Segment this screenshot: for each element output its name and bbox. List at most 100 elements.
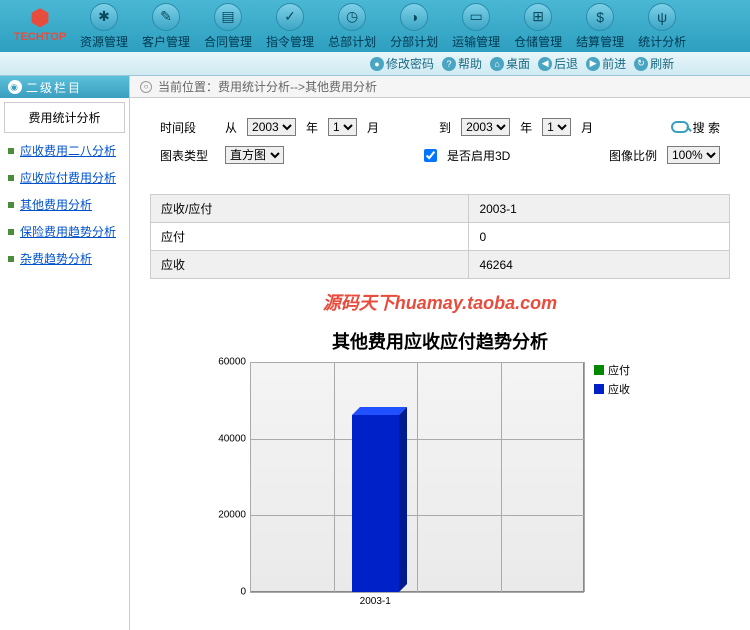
topnav-item[interactable]: $ 结算管理 bbox=[576, 3, 624, 50]
chart-legend: 应付应收 bbox=[584, 362, 630, 592]
topnav-label: 运输管理 bbox=[452, 33, 500, 50]
image-ratio-select[interactable]: 100% bbox=[667, 146, 720, 164]
bullet-icon bbox=[8, 202, 14, 208]
table-cell: 应收/应付 bbox=[151, 195, 469, 223]
data-table: 应收/应付2003-1应付0应收46264 bbox=[150, 194, 730, 279]
time-range-label: 时间段 bbox=[160, 119, 215, 136]
chart-container: 其他费用应收应付趋势分析 02000040000600002003-1 应付应收 bbox=[240, 320, 640, 592]
bullet-icon bbox=[8, 148, 14, 154]
topnav-icon: ◷ bbox=[338, 3, 366, 31]
legend-swatch bbox=[594, 384, 604, 394]
lock-icon: ● bbox=[370, 57, 384, 71]
year-to-select[interactable]: 2003 bbox=[461, 118, 510, 136]
sidebar: ◉ 二级栏目 费用统计分析 应收费用二八分析应收应付费用分析其他费用分析保险费用… bbox=[0, 76, 130, 630]
chart-type-select[interactable]: 直方图 bbox=[225, 146, 284, 164]
home-icon: ⌂ bbox=[490, 57, 504, 71]
sidebar-header: ◉ 二级栏目 bbox=[0, 76, 129, 98]
chart-xtick: 2003-1 bbox=[360, 592, 391, 607]
topnav-icon: ◑ bbox=[400, 3, 428, 31]
bullet-icon bbox=[8, 229, 14, 235]
to-label: 到 bbox=[439, 119, 451, 136]
chart-ytick: 40000 bbox=[218, 433, 250, 444]
topnav-icon: $ bbox=[586, 3, 614, 31]
month-from-select[interactable]: 1 bbox=[328, 118, 357, 136]
topnav-label: 仓储管理 bbox=[514, 33, 562, 50]
help-button[interactable]: ?帮助 bbox=[442, 55, 482, 72]
refresh-icon: ↻ bbox=[634, 57, 648, 71]
topnav-item[interactable]: ✱资源管理 bbox=[80, 3, 128, 50]
topnav-icon: ✓ bbox=[276, 3, 304, 31]
app-logo: ⬢ TECHTOP bbox=[5, 5, 75, 47]
topnav-item[interactable]: ✎ 客户管理 bbox=[142, 3, 190, 50]
topnav-icon: ✱ bbox=[90, 3, 118, 31]
legend-item: 应收 bbox=[594, 381, 630, 397]
legend-item: 应付 bbox=[594, 362, 630, 378]
menu-icon: ◉ bbox=[8, 80, 22, 94]
month-label-2: 月 bbox=[581, 119, 593, 136]
topnav-icon: ψ bbox=[648, 3, 676, 31]
sidebar-link[interactable]: 保险费用趋势分析 bbox=[0, 218, 129, 245]
back-button[interactable]: ◀后退 bbox=[538, 55, 578, 72]
topnav-label: 统计分析 bbox=[638, 33, 686, 50]
chart-ytick: 60000 bbox=[218, 357, 250, 368]
month-label: 月 bbox=[367, 119, 379, 136]
topnav-label: 结算管理 bbox=[576, 33, 624, 50]
topnav-icon: ✎ bbox=[152, 3, 180, 31]
topnav-item[interactable]: ▭ 运输管理 bbox=[452, 3, 500, 50]
back-icon: ◀ bbox=[538, 57, 552, 71]
topnav-label: 分部计划 bbox=[390, 33, 438, 50]
chart-title: 其他费用应收应付趋势分析 bbox=[240, 320, 640, 362]
location-icon: ○ bbox=[140, 81, 152, 93]
month-to-select[interactable]: 1 bbox=[542, 118, 571, 136]
topnav-icon: ▭ bbox=[462, 3, 490, 31]
watermark-text: 源码天下huamay.taoba.com bbox=[130, 289, 750, 315]
topnav-label: 客户管理 bbox=[142, 33, 190, 50]
year-label: 年 bbox=[306, 119, 318, 136]
chart-ytick: 20000 bbox=[218, 510, 250, 521]
chart-type-label: 图表类型 bbox=[160, 147, 215, 164]
refresh-button[interactable]: ↻刷新 bbox=[634, 55, 674, 72]
forward-button[interactable]: ▶前进 bbox=[586, 55, 626, 72]
topnav-label: 总部计划 bbox=[328, 33, 376, 50]
table-row: 应收/应付2003-1 bbox=[151, 195, 730, 223]
topnav-icon: ⊞ bbox=[524, 3, 552, 31]
enable-3d-label: 是否启用3D bbox=[447, 147, 510, 164]
table-cell: 2003-1 bbox=[469, 195, 730, 223]
year-label-2: 年 bbox=[520, 119, 532, 136]
topnav-item[interactable]: ◷ 总部计划 bbox=[328, 3, 376, 50]
sidebar-link[interactable]: 应收应付费用分析 bbox=[0, 164, 129, 191]
enable-3d-checkbox[interactable] bbox=[424, 149, 437, 162]
topnav-icon: ▤ bbox=[214, 3, 242, 31]
table-cell: 应付 bbox=[151, 223, 469, 251]
chart-ytick: 0 bbox=[240, 587, 250, 598]
top-navigation: ✱资源管理 ✎ 客户管理 ▤ 合同管理 ✓指令管理 ◷ 总部计划 ◑ 分部计划 ▭ 运输管理 ⊞ 仓储管理… bbox=[0, 0, 750, 52]
image-ratio-label: 图像比例 bbox=[609, 147, 657, 164]
sidebar-link[interactable]: 应收费用二八分析 bbox=[0, 137, 129, 164]
sidebar-link[interactable]: 其他费用分析 bbox=[0, 191, 129, 218]
bullet-icon bbox=[8, 175, 14, 181]
table-cell: 46264 bbox=[469, 251, 730, 279]
table-row: 应付0 bbox=[151, 223, 730, 251]
table-row: 应收46264 bbox=[151, 251, 730, 279]
change-password-button[interactable]: ●修改密码 bbox=[370, 55, 434, 72]
desktop-button[interactable]: ⌂桌面 bbox=[490, 55, 530, 72]
bullet-icon bbox=[8, 256, 14, 262]
topnav-item[interactable]: ▤ 合同管理 bbox=[204, 3, 252, 50]
topnav-item[interactable]: ✓指令管理 bbox=[266, 3, 314, 50]
topnav-item[interactable]: ◑ 分部计划 bbox=[390, 3, 438, 50]
main-content: ○ 当前位置： 费用统计分析 --> 其他费用分析 时间段 从 2003 年 1… bbox=[130, 76, 750, 630]
table-cell: 应收 bbox=[151, 251, 469, 279]
forward-icon: ▶ bbox=[586, 57, 600, 71]
topnav-item[interactable]: ψ 统计分析 bbox=[638, 3, 686, 50]
sidebar-link[interactable]: 杂费趋势分析 bbox=[0, 245, 129, 272]
breadcrumb: ○ 当前位置： 费用统计分析 --> 其他费用分析 bbox=[130, 76, 750, 98]
help-icon: ? bbox=[442, 57, 456, 71]
topnav-item[interactable]: ⊞ 仓储管理 bbox=[514, 3, 562, 50]
topnav-label: 合同管理 bbox=[204, 33, 252, 50]
chart-bar bbox=[352, 415, 399, 592]
year-from-select[interactable]: 2003 bbox=[247, 118, 296, 136]
toolbar: ●修改密码 ?帮助 ⌂桌面 ◀后退 ▶前进 ↻刷新 bbox=[0, 52, 750, 76]
search-icon bbox=[671, 121, 689, 133]
legend-swatch bbox=[594, 365, 604, 375]
search-button[interactable]: 搜 索 bbox=[671, 119, 720, 136]
